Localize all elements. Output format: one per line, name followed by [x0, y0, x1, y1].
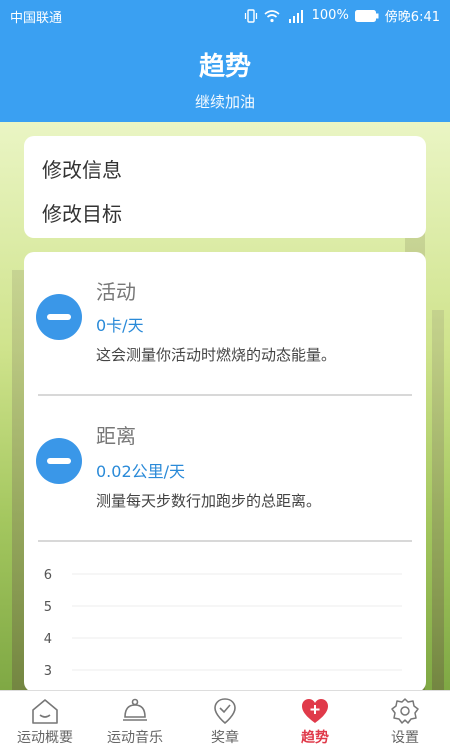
chart-y-tick-label: 3 [44, 664, 52, 679]
clock-time: 傍晚6:41 [384, 10, 440, 25]
carrier-name: 中国联通 [10, 11, 63, 26]
bell-icon [123, 698, 147, 721]
chart-y-tick-label: 4 [44, 632, 52, 647]
metric-description: 这会测量你活动时燃烧的动态能量。 [96, 346, 337, 364]
metric-name: 距离 [96, 424, 136, 448]
status-bar: 中国联通 100% 傍晚6:41 [0, 0, 450, 30]
nav-label: 设置 [391, 730, 419, 746]
divider [38, 394, 412, 396]
minus-circle-icon[interactable] [36, 438, 82, 484]
chart-y-tick-label: 5 [44, 600, 52, 615]
metric-description: 测量每天步数行加跑步的总距离。 [96, 492, 322, 510]
gear-icon [391, 698, 419, 724]
app-header: 趋势 继续加油 [0, 30, 450, 122]
status-icons: 100% 傍晚6:41 [244, 6, 440, 25]
metric-value: 0卡/天 [96, 316, 144, 335]
divider [38, 540, 412, 542]
chart-y-tick-label: 6 [44, 568, 52, 583]
nav-item-overview[interactable]: 运动概要 [0, 691, 90, 750]
home-icon [32, 699, 58, 724]
nav-label: 运动概要 [17, 730, 73, 746]
nav-item-trends[interactable]: 趋势 [270, 691, 360, 750]
nav-label: 运动音乐 [107, 730, 163, 746]
metric-value: 0.02公里/天 [96, 462, 186, 481]
nav-label: 趋势 [301, 730, 329, 746]
bottom-nav: 运动概要 运动音乐 奖章 趋势 设置 [0, 690, 450, 750]
nav-item-settings[interactable]: 设置 [360, 691, 450, 750]
battery-icon [354, 9, 379, 22]
edit-info-item[interactable]: 修改信息 [42, 154, 122, 183]
edit-options-card: 修改信息 修改目标 [24, 136, 426, 238]
metric-distance: 距离 0.02公里/天 测量每天步数行加跑步的总距离。 [24, 398, 426, 538]
nav-label: 奖章 [211, 730, 239, 746]
page-title: 趋势 [198, 52, 251, 82]
nav-item-music[interactable]: 运动音乐 [90, 691, 180, 750]
battery-percent: 100% [311, 8, 349, 23]
page-subtitle: 继续加油 [194, 93, 255, 111]
vibrate-icon [244, 8, 257, 23]
nav-item-medals[interactable]: 奖章 [180, 691, 270, 750]
metric-activity: 活动 0卡/天 这会测量你活动时燃烧的动态能量。 [24, 252, 426, 392]
signal-icon [288, 9, 303, 23]
metrics-card: 活动 0卡/天 这会测量你活动时燃烧的动态能量。 距离 0.02公里/天 测量每… [24, 252, 426, 692]
heart-plus-icon [302, 699, 328, 723]
edit-goal-item[interactable]: 修改目标 [42, 198, 122, 227]
medal-icon [214, 698, 236, 725]
metric-name: 活动 [96, 280, 136, 304]
wifi-icon [264, 9, 280, 22]
minus-circle-icon[interactable] [36, 294, 82, 340]
trend-chart: 6 5 4 3 [44, 568, 402, 679]
